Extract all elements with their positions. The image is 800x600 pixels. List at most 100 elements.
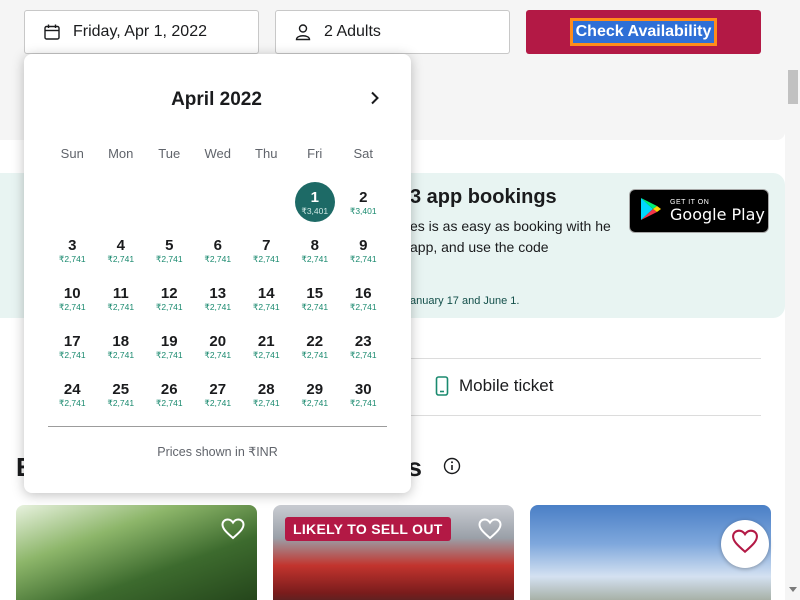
calendar-day[interactable]: 3 ₹2,741 bbox=[48, 226, 97, 274]
day-price: ₹3,401 bbox=[301, 205, 329, 216]
day-number: 27 bbox=[209, 380, 227, 398]
day-number: 16 bbox=[354, 284, 372, 302]
calendar-day[interactable]: 10 ₹2,741 bbox=[48, 274, 97, 322]
calendar-blank-cell bbox=[97, 178, 146, 226]
day-price: ₹2,741 bbox=[204, 253, 232, 264]
day-price: ₹2,741 bbox=[155, 301, 183, 312]
day-number: 12 bbox=[160, 284, 178, 302]
day-number: 10 bbox=[63, 284, 81, 302]
guests-field[interactable]: 2 Adults bbox=[275, 10, 510, 54]
mobile-ticket-feature: Mobile ticket bbox=[435, 376, 553, 396]
scroll-down-arrow-icon[interactable] bbox=[789, 587, 797, 592]
google-play-icon bbox=[640, 197, 662, 226]
calendar-day[interactable]: 9 ₹2,741 bbox=[339, 226, 388, 274]
calendar-day[interactable]: 25 ₹2,741 bbox=[97, 370, 146, 418]
day-number: 21 bbox=[257, 332, 275, 350]
calendar-blank-cell bbox=[242, 178, 291, 226]
calendar-day[interactable]: 19 ₹2,741 bbox=[145, 322, 194, 370]
calendar-day[interactable]: 28 ₹2,741 bbox=[242, 370, 291, 418]
calendar-day[interactable]: 21 ₹2,741 bbox=[242, 322, 291, 370]
scrollbar-thumb[interactable] bbox=[788, 70, 798, 104]
guests-value: 2 Adults bbox=[324, 23, 381, 40]
day-price: ₹2,741 bbox=[107, 301, 135, 312]
calendar-day[interactable]: 12 ₹2,741 bbox=[145, 274, 194, 322]
day-number: 13 bbox=[209, 284, 227, 302]
mobile-ticket-label: Mobile ticket bbox=[459, 376, 554, 395]
date-value: Friday, Apr 1, 2022 bbox=[73, 23, 207, 40]
promo-text: es is as easy as booking with he app, an… bbox=[410, 218, 611, 255]
promo-title: 3 app bookings bbox=[410, 186, 557, 208]
day-number: 26 bbox=[160, 380, 178, 398]
google-play-badge[interactable]: GET IT ON Google Play bbox=[629, 189, 769, 233]
day-price: ₹2,741 bbox=[301, 349, 329, 360]
weekday-label: Mon bbox=[108, 146, 134, 161]
weekday-label: Thu bbox=[255, 146, 278, 161]
day-price: ₹2,741 bbox=[349, 397, 377, 408]
check-availability-button[interactable]: Check Availability bbox=[526, 10, 761, 54]
calendar-day[interactable]: 11 ₹2,741 bbox=[97, 274, 146, 322]
calendar-day[interactable]: 23 ₹2,741 bbox=[339, 322, 388, 370]
phone-icon bbox=[435, 376, 449, 396]
day-price: ₹2,741 bbox=[155, 397, 183, 408]
day-number: 5 bbox=[165, 236, 174, 254]
next-month-button[interactable] bbox=[364, 89, 386, 111]
calendar-day[interactable]: 27 ₹2,741 bbox=[194, 370, 243, 418]
calendar-day[interactable]: 24 ₹2,741 bbox=[48, 370, 97, 418]
calendar-month-label: April 2022 bbox=[171, 89, 262, 110]
day-number: 8 bbox=[310, 236, 319, 254]
promo-note: anuary 17 and June 1. bbox=[410, 295, 520, 307]
calendar-day[interactable]: 5 ₹2,741 bbox=[145, 226, 194, 274]
day-price: ₹2,741 bbox=[301, 301, 329, 312]
calendar-day[interactable]: 18 ₹2,741 bbox=[97, 322, 146, 370]
calendar-day[interactable]: 15 ₹2,741 bbox=[291, 274, 340, 322]
info-icon[interactable] bbox=[443, 457, 461, 480]
day-number: 2 bbox=[359, 188, 368, 206]
day-price: ₹2,741 bbox=[204, 349, 232, 360]
day-price: ₹2,741 bbox=[58, 301, 86, 312]
calendar-day[interactable]: 6 ₹2,741 bbox=[194, 226, 243, 274]
day-number: 1 bbox=[310, 188, 319, 206]
favorite-button[interactable] bbox=[721, 520, 769, 568]
calendar-day[interactable]: 8 ₹2,741 bbox=[291, 226, 340, 274]
day-price: ₹2,741 bbox=[349, 253, 377, 264]
weekday-label: Sat bbox=[353, 146, 373, 161]
calendar-day[interactable]: 16 ₹2,741 bbox=[339, 274, 388, 322]
day-number: 17 bbox=[63, 332, 81, 350]
calendar-day[interactable]: 30 ₹2,741 bbox=[339, 370, 388, 418]
day-number: 23 bbox=[354, 332, 372, 350]
sell-out-badge: LIKELY TO SELL OUT bbox=[285, 517, 451, 541]
calendar-blank-cell bbox=[194, 178, 243, 226]
calendar-day[interactable]: 14 ₹2,741 bbox=[242, 274, 291, 322]
day-price: ₹2,741 bbox=[252, 349, 280, 360]
page-scrollbar[interactable] bbox=[785, 0, 800, 600]
calendar-day[interactable]: 4 ₹2,741 bbox=[97, 226, 146, 274]
day-number: 18 bbox=[112, 332, 130, 350]
heart-icon[interactable] bbox=[221, 518, 245, 545]
weekday-header: Sun Mon Tue Wed Thu Fri Sat bbox=[48, 146, 388, 161]
calendar-day-selected[interactable]: 1 ₹3,401 bbox=[291, 178, 340, 226]
date-picker-field[interactable]: Friday, Apr 1, 2022 bbox=[24, 10, 259, 54]
calendar-blank-cell bbox=[145, 178, 194, 226]
calendar-day[interactable]: 13 ₹2,741 bbox=[194, 274, 243, 322]
chevron-right-icon bbox=[370, 91, 380, 110]
weekday-label: Sun bbox=[60, 146, 84, 161]
day-price: ₹2,741 bbox=[58, 349, 86, 360]
calendar-icon bbox=[43, 23, 61, 41]
day-price: ₹2,741 bbox=[58, 253, 86, 264]
day-price: ₹2,741 bbox=[349, 301, 377, 312]
calendar-day[interactable]: 29 ₹2,741 bbox=[291, 370, 340, 418]
day-price: ₹2,741 bbox=[155, 349, 183, 360]
calendar-day[interactable]: 20 ₹2,741 bbox=[194, 322, 243, 370]
calendar-day[interactable]: 22 ₹2,741 bbox=[291, 322, 340, 370]
calendar-day[interactable]: 26 ₹2,741 bbox=[145, 370, 194, 418]
day-number: 20 bbox=[209, 332, 227, 350]
day-price: ₹3,401 bbox=[349, 205, 377, 216]
heart-icon[interactable] bbox=[478, 518, 502, 545]
calendar-currency-note: Prices shown in ₹INR bbox=[157, 445, 278, 459]
calendar-blank-cell bbox=[48, 178, 97, 226]
calendar-divider bbox=[48, 426, 387, 427]
day-price: ₹2,741 bbox=[107, 349, 135, 360]
calendar-day[interactable]: 2 ₹3,401 bbox=[339, 178, 388, 226]
calendar-day[interactable]: 17 ₹2,741 bbox=[48, 322, 97, 370]
calendar-day[interactable]: 7 ₹2,741 bbox=[242, 226, 291, 274]
